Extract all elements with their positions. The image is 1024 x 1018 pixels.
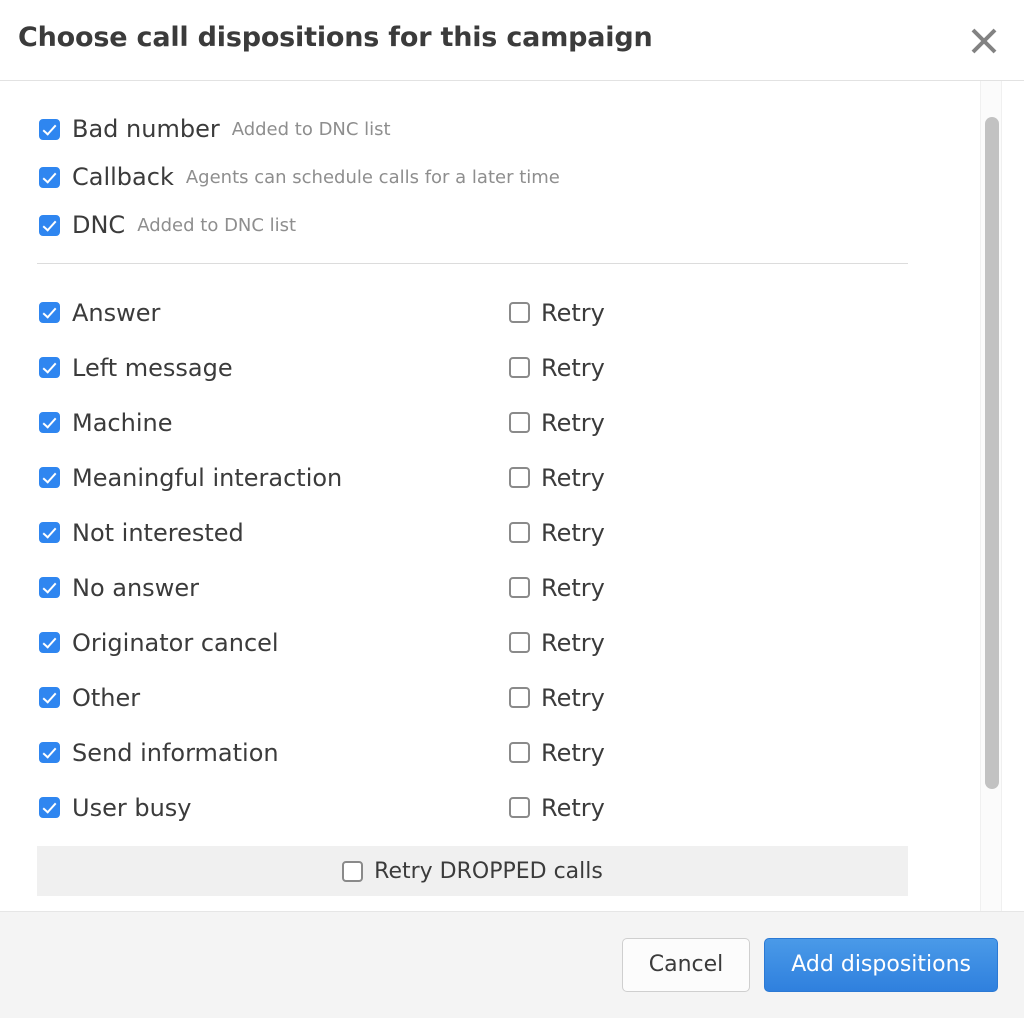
retry-cell[interactable]: Retry <box>509 684 605 712</box>
disposition-label: Other <box>72 684 140 712</box>
retry-label: Retry <box>541 574 605 602</box>
disposition-checkbox[interactable] <box>39 302 60 323</box>
retry-checkbox[interactable] <box>509 687 530 708</box>
dispositions-panel: Bad number Added to DNC list Callback Ag… <box>0 81 980 896</box>
disposition-row-left-message[interactable]: Left message Retry <box>0 340 980 395</box>
scrollbar[interactable] <box>980 81 1002 911</box>
callback-label: Callback <box>72 163 174 191</box>
disposition-label: User busy <box>72 794 191 822</box>
disposition-label: No answer <box>72 574 199 602</box>
special-dispositions-group: Bad number Added to DNC list Callback Ag… <box>0 81 980 249</box>
callback-note: Agents can schedule calls for a later ti… <box>186 167 560 188</box>
disposition-row-meaningful-interaction[interactable]: Meaningful interaction Retry <box>0 450 980 505</box>
bad-number-note: Added to DNC list <box>232 119 391 140</box>
retry-cell[interactable]: Retry <box>509 464 605 492</box>
disposition-list: Answer Retry Left message Retry <box>0 264 980 835</box>
retry-cell[interactable]: Retry <box>509 519 605 547</box>
retry-checkbox[interactable] <box>509 522 530 543</box>
retry-dropped-calls-checkbox[interactable] <box>342 861 363 882</box>
retry-checkbox[interactable] <box>509 632 530 653</box>
retry-cell[interactable]: Retry <box>509 354 605 382</box>
retry-cell[interactable]: Retry <box>509 794 605 822</box>
retry-label: Retry <box>541 409 605 437</box>
retry-cell[interactable]: Retry <box>509 574 605 602</box>
scrollbar-thumb[interactable] <box>985 117 999 789</box>
retry-checkbox[interactable] <box>509 357 530 378</box>
retry-checkbox[interactable] <box>509 412 530 433</box>
disposition-label: Originator cancel <box>72 629 279 657</box>
disposition-checkbox[interactable] <box>39 357 60 378</box>
disposition-label: Machine <box>72 409 172 437</box>
modal-header: Choose call dispositions for this campai… <box>0 0 1024 81</box>
close-icon <box>967 24 1001 58</box>
retry-label: Retry <box>541 684 605 712</box>
choose-call-dispositions-modal: Choose call dispositions for this campai… <box>0 0 1024 1018</box>
special-disposition-row[interactable]: Callback Agents can schedule calls for a… <box>0 153 980 201</box>
disposition-checkbox[interactable] <box>39 577 60 598</box>
disposition-checkbox[interactable] <box>39 797 60 818</box>
add-dispositions-button[interactable]: Add dispositions <box>764 938 998 992</box>
bad-number-label: Bad number <box>72 115 220 143</box>
retry-label: Retry <box>541 629 605 657</box>
close-button[interactable] <box>962 19 1006 63</box>
disposition-row-other[interactable]: Other Retry <box>0 670 980 725</box>
retry-label: Retry <box>541 354 605 382</box>
disposition-label: Not interested <box>72 519 244 547</box>
disposition-row-no-answer[interactable]: No answer Retry <box>0 560 980 615</box>
modal-footer: Cancel Add dispositions <box>0 911 1024 1018</box>
retry-label: Retry <box>541 519 605 547</box>
disposition-checkbox[interactable] <box>39 632 60 653</box>
retry-checkbox[interactable] <box>509 742 530 763</box>
disposition-checkbox[interactable] <box>39 687 60 708</box>
retry-label: Retry <box>541 739 605 767</box>
callback-checkbox[interactable] <box>39 167 60 188</box>
page-title: Choose call dispositions for this campai… <box>18 22 653 53</box>
retry-cell[interactable]: Retry <box>509 299 605 327</box>
special-disposition-row[interactable]: Bad number Added to DNC list <box>0 105 980 153</box>
disposition-label: Meaningful interaction <box>72 464 342 492</box>
retry-checkbox[interactable] <box>509 577 530 598</box>
disposition-checkbox[interactable] <box>39 522 60 543</box>
special-disposition-row[interactable]: DNC Added to DNC list <box>0 201 980 249</box>
disposition-checkbox[interactable] <box>39 412 60 433</box>
disposition-checkbox[interactable] <box>39 742 60 763</box>
retry-label: Retry <box>541 464 605 492</box>
retry-checkbox[interactable] <box>509 302 530 323</box>
disposition-label: Answer <box>72 299 160 327</box>
disposition-row-answer[interactable]: Answer Retry <box>0 285 980 340</box>
disposition-row-user-busy[interactable]: User busy Retry <box>0 780 980 835</box>
retry-cell[interactable]: Retry <box>509 739 605 767</box>
retry-cell[interactable]: Retry <box>509 409 605 437</box>
disposition-row-originator-cancel[interactable]: Originator cancel Retry <box>0 615 980 670</box>
retry-checkbox[interactable] <box>509 467 530 488</box>
cancel-button[interactable]: Cancel <box>622 938 751 992</box>
retry-label: Retry <box>541 299 605 327</box>
retry-cell[interactable]: Retry <box>509 629 605 657</box>
retry-dropped-calls-label: Retry DROPPED calls <box>374 859 603 884</box>
disposition-label: Left message <box>72 354 233 382</box>
retry-checkbox[interactable] <box>509 797 530 818</box>
dnc-label: DNC <box>72 211 125 239</box>
bad-number-checkbox[interactable] <box>39 119 60 140</box>
retry-dropped-calls-row[interactable]: Retry DROPPED calls <box>37 846 908 896</box>
dnc-checkbox[interactable] <box>39 215 60 236</box>
disposition-label: Send information <box>72 739 279 767</box>
disposition-row-send-information[interactable]: Send information Retry <box>0 725 980 780</box>
disposition-row-not-interested[interactable]: Not interested Retry <box>0 505 980 560</box>
disposition-row-machine[interactable]: Machine Retry <box>0 395 980 450</box>
disposition-checkbox[interactable] <box>39 467 60 488</box>
modal-body: Bad number Added to DNC list Callback Ag… <box>0 81 1024 911</box>
dnc-note: Added to DNC list <box>137 215 296 236</box>
retry-label: Retry <box>541 794 605 822</box>
